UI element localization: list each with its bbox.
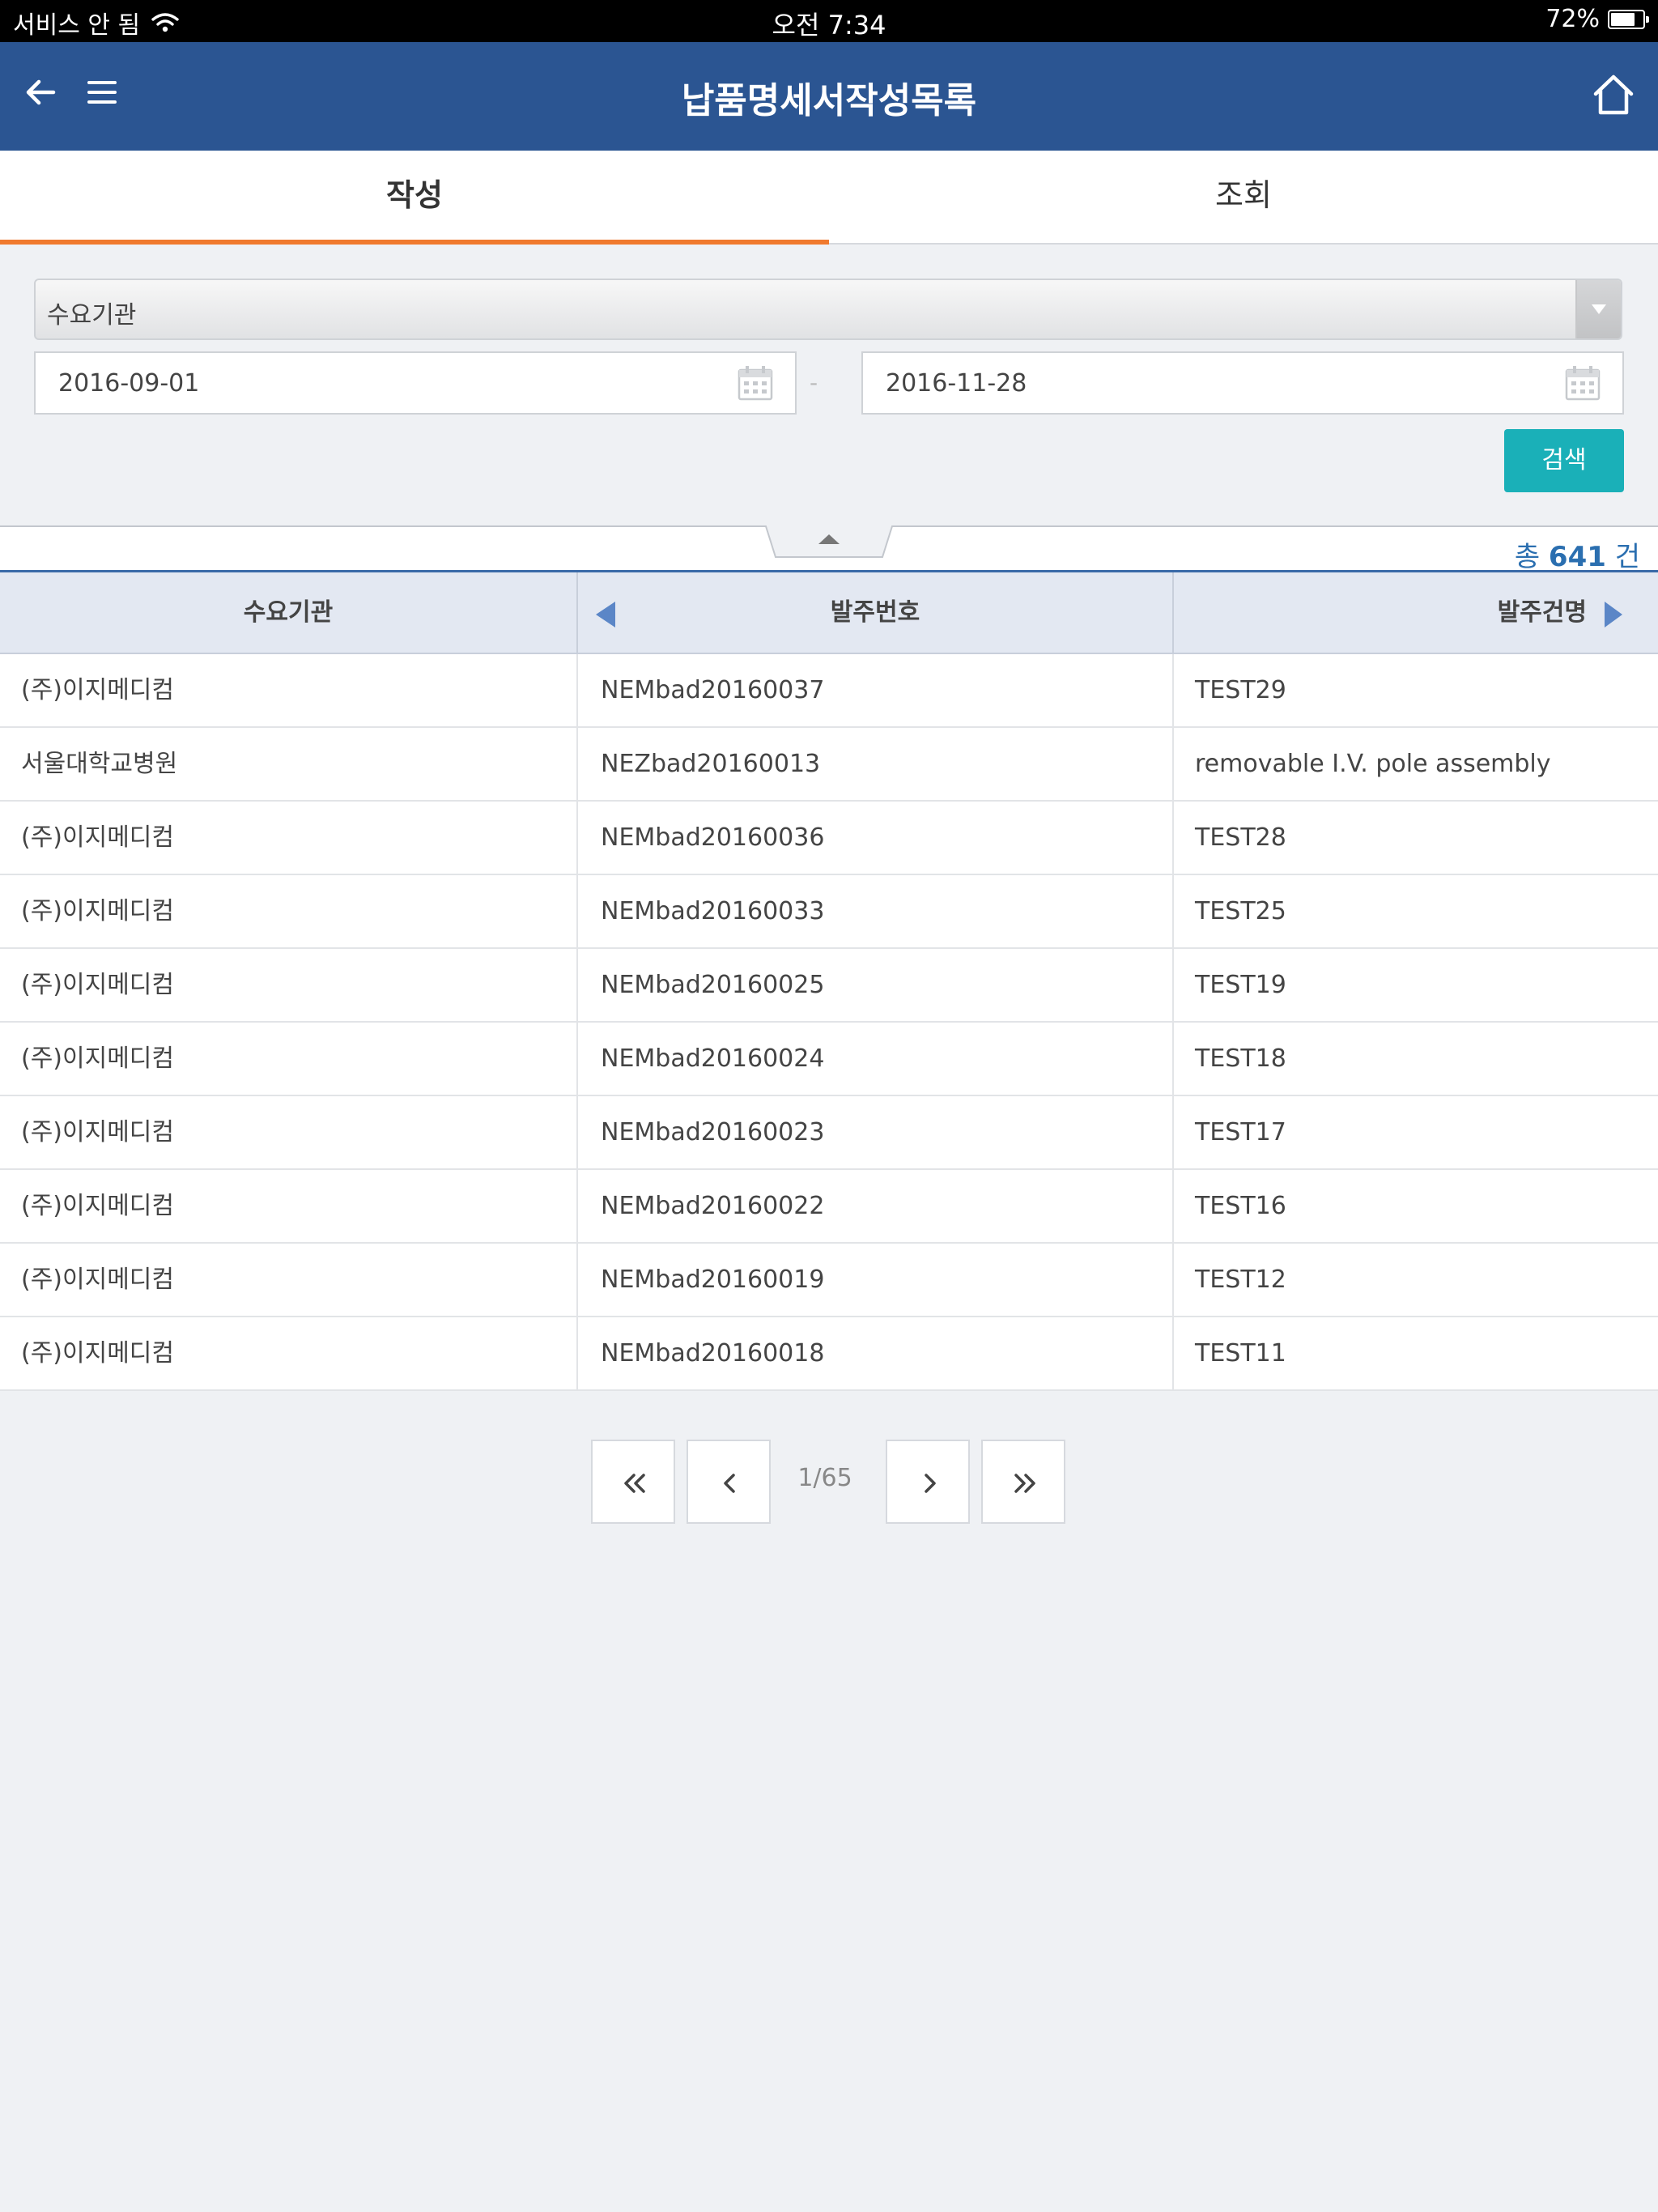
cell-order-number: NEZbad20160013 bbox=[601, 750, 821, 778]
cell-order-number: NEMbad20160037 bbox=[601, 676, 825, 704]
total-suffix: 건 bbox=[1614, 541, 1640, 573]
cell-institution: (주)이지메디컴 bbox=[21, 1192, 175, 1220]
end-date-field[interactable]: 2016-11-28 bbox=[861, 351, 1624, 415]
order-table: 수요기관 발주번호 발주건명 (주)이지메디컴 NEMbad20160037 TES… bbox=[0, 570, 1658, 1391]
cell-institution: (주)이지메디컴 bbox=[21, 676, 175, 704]
header-order-number: 발주번호 bbox=[830, 598, 920, 627]
institution-select[interactable]: 수요기관 bbox=[34, 279, 1622, 340]
page-indicator: 1/65 bbox=[797, 1464, 852, 1492]
tab-bar: 작성 조회 bbox=[0, 151, 1658, 245]
start-date-field[interactable]: 2016-09-01 bbox=[34, 351, 797, 415]
tab-create[interactable]: 작성 bbox=[0, 151, 829, 245]
cell-order-name: TEST28 bbox=[1195, 823, 1286, 852]
double-chevron-right-icon bbox=[1014, 1474, 1035, 1493]
institution-select-value: 수요기관 bbox=[47, 301, 137, 330]
cell-order-name: TEST12 bbox=[1195, 1266, 1286, 1294]
table-row[interactable]: (주)이지메디컴 NEMbad20160036 TEST28 bbox=[0, 802, 1658, 875]
scroll-right-arrow-icon[interactable] bbox=[1605, 602, 1622, 627]
page-title: 납품명세서작성목록 bbox=[681, 80, 977, 121]
table-row[interactable]: (주)이지메디컴 NEMbad20160023 TEST17 bbox=[0, 1096, 1658, 1170]
table-row[interactable]: (주)이지메디컴 NEMbad20160037 TEST29 bbox=[0, 654, 1658, 728]
table-row[interactable]: (주)이지메디컴 NEMbad20160025 TEST19 bbox=[0, 949, 1658, 1023]
double-chevron-left-icon bbox=[624, 1474, 645, 1493]
calendar-icon[interactable] bbox=[737, 364, 774, 402]
table-row[interactable]: (주)이지메디컴 NEMbad20160019 TEST12 bbox=[0, 1244, 1658, 1317]
table-row[interactable]: (주)이지메디컴 NEMbad20160033 TEST25 bbox=[0, 875, 1658, 949]
cell-order-number: NEMbad20160033 bbox=[601, 897, 825, 925]
battery-icon bbox=[1608, 9, 1649, 29]
table-body: (주)이지메디컴 NEMbad20160037 TEST29 서울대학교병원 NEZba… bbox=[0, 654, 1658, 1391]
cell-institution: (주)이지메디컴 bbox=[21, 1118, 175, 1146]
date-separator: - bbox=[810, 369, 818, 396]
app-header: 납품명세서작성목록 bbox=[0, 42, 1658, 151]
cell-order-name: TEST25 bbox=[1195, 897, 1286, 925]
status-bar: 서비스 안 됨 오전 7:34 72% bbox=[0, 0, 1658, 42]
header-order-name: 발주건명 bbox=[1497, 598, 1587, 627]
cell-order-number: NEMbad20160025 bbox=[601, 971, 825, 999]
chevron-right-icon bbox=[925, 1474, 936, 1493]
search-button[interactable]: 검색 bbox=[1504, 429, 1624, 492]
cell-order-number: NEMbad20160022 bbox=[601, 1192, 825, 1220]
tab-inquiry[interactable]: 조회 bbox=[829, 151, 1658, 243]
table-header: 수요기관 발주번호 발주건명 bbox=[0, 570, 1658, 654]
calendar-icon[interactable] bbox=[1564, 364, 1601, 402]
status-right: 72% bbox=[1545, 5, 1649, 33]
cell-order-number: NEMbad20160024 bbox=[601, 1044, 825, 1073]
total-count: 총 641 건 bbox=[1515, 534, 1640, 574]
cell-institution: (주)이지메디컴 bbox=[21, 897, 175, 925]
total-count-value: 641 bbox=[1548, 541, 1606, 573]
cell-order-number: NEMbad20160023 bbox=[601, 1118, 825, 1146]
cell-order-number: NEMbad20160019 bbox=[601, 1266, 825, 1294]
chevron-down-icon[interactable] bbox=[1575, 280, 1621, 338]
cell-order-name: TEST11 bbox=[1195, 1339, 1286, 1368]
last-page-button[interactable] bbox=[981, 1440, 1065, 1524]
cell-institution: (주)이지메디컴 bbox=[21, 823, 175, 852]
cell-institution: (주)이지메디컴 bbox=[21, 1044, 175, 1073]
cell-order-name: TEST29 bbox=[1195, 676, 1286, 704]
first-page-button[interactable] bbox=[591, 1440, 675, 1524]
header-institution: 수요기관 bbox=[243, 598, 334, 627]
battery-percent: 72% bbox=[1545, 5, 1600, 33]
table-row[interactable]: (주)이지메디컴 NEMbad20160022 TEST16 bbox=[0, 1170, 1658, 1244]
home-icon[interactable] bbox=[1592, 73, 1635, 117]
cell-institution: (주)이지메디컴 bbox=[21, 1339, 175, 1368]
table-row[interactable]: (주)이지메디컴 NEMbad20160024 TEST18 bbox=[0, 1023, 1658, 1096]
cell-institution: 서울대학교병원 bbox=[21, 750, 178, 778]
pagination: 1/65 bbox=[591, 1440, 1069, 1524]
start-date-value: 2016-09-01 bbox=[58, 369, 200, 398]
prev-page-button[interactable] bbox=[687, 1440, 771, 1524]
cell-order-name: TEST19 bbox=[1195, 971, 1286, 999]
status-time: 오전 7:34 bbox=[772, 10, 886, 40]
cell-order-number: NEMbad20160036 bbox=[601, 823, 825, 852]
total-prefix: 총 bbox=[1514, 541, 1541, 573]
cell-order-name: TEST17 bbox=[1195, 1118, 1286, 1146]
cell-institution: (주)이지메디컴 bbox=[21, 971, 175, 999]
chevron-left-icon bbox=[724, 1474, 735, 1493]
cell-order-name: TEST16 bbox=[1195, 1192, 1286, 1220]
table-row[interactable]: (주)이지메디컴 NEMbad20160018 TEST11 bbox=[0, 1317, 1658, 1391]
cell-order-name: TEST18 bbox=[1195, 1044, 1286, 1073]
table-row[interactable]: 서울대학교병원 NEZbad20160013 removable I.V. pole… bbox=[0, 728, 1658, 802]
next-page-button[interactable] bbox=[886, 1440, 970, 1524]
collapse-filter-toggle[interactable] bbox=[0, 523, 1658, 572]
cell-institution: (주)이지메디컴 bbox=[21, 1266, 175, 1294]
cell-order-number: NEMbad20160018 bbox=[601, 1339, 825, 1368]
cell-order-name: removable I.V. pole assembly bbox=[1195, 750, 1551, 778]
end-date-value: 2016-11-28 bbox=[886, 369, 1027, 398]
